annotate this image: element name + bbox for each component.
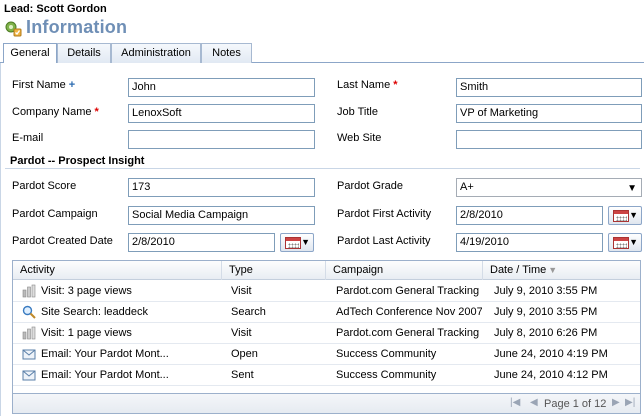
email-icon — [22, 349, 36, 360]
chevron-down-icon: ▼ — [629, 210, 638, 220]
activity-grid: Activity Type Campaign Date / Time ▼ Visi… — [12, 260, 641, 394]
search-icon — [22, 305, 36, 319]
email-label: E-mail — [12, 132, 44, 144]
tab-administration[interactable]: Administration — [111, 43, 201, 63]
column-header-activity[interactable]: Activity — [13, 261, 222, 280]
recommended-marker: + — [68, 79, 76, 91]
pardot-score-label: Pardot Score — [12, 180, 77, 192]
first-name-label: First Name + — [12, 79, 76, 91]
table-row[interactable]: Email: Your Pardot Mont... Open Success … — [13, 344, 640, 365]
pardot-grade-label: Pardot Grade — [337, 180, 404, 192]
sort-descending-icon: ▼ — [548, 265, 558, 275]
table-row[interactable]: Email: Your Pardot Mont... Sent Success … — [13, 365, 640, 386]
activity-cell: Visit: 1 page views — [41, 327, 132, 339]
calendar-icon — [613, 237, 629, 249]
chevron-down-icon: ▼ — [301, 237, 310, 247]
required-marker: * — [94, 106, 99, 118]
company-name-label: Company Name * — [12, 106, 99, 118]
previous-page-icon[interactable]: ◀ — [530, 397, 538, 408]
pardot-created-date-label: Pardot Created Date — [12, 235, 113, 247]
website-field[interactable] — [456, 130, 642, 149]
campaign-cell: Success Community — [336, 348, 437, 360]
type-cell: Visit — [231, 327, 252, 339]
pardot-last-activity-label: Pardot Last Activity — [337, 235, 431, 247]
column-header-datetime[interactable]: Date / Time ▼ — [483, 261, 640, 280]
datetime-cell: July 9, 2010 3:55 PM — [494, 306, 598, 318]
campaign-cell: Pardot.com General Tracking — [336, 327, 480, 339]
visit-icon — [22, 326, 36, 340]
job-title-field[interactable]: VP of Marketing — [456, 104, 642, 123]
website-label: Web Site — [337, 132, 382, 144]
column-header-campaign[interactable]: Campaign — [326, 261, 483, 280]
grid-pager: |◀ ◀ Page 1 of 12 ▶ ▶| — [12, 394, 641, 414]
first-page-icon[interactable]: |◀ — [510, 397, 520, 408]
type-cell: Sent — [231, 369, 254, 381]
activity-cell: Email: Your Pardot Mont... — [41, 369, 169, 381]
chevron-down-icon: ▼ — [629, 237, 638, 247]
page-title: Information — [26, 17, 128, 37]
calendar-icon — [285, 237, 301, 249]
datetime-cell: July 8, 2010 6:26 PM — [494, 327, 598, 339]
activity-cell: Email: Your Pardot Mont... — [41, 348, 169, 360]
datetime-cell: June 24, 2010 4:19 PM — [494, 348, 608, 360]
pardot-last-activity-field[interactable]: 4/19/2010 — [456, 233, 603, 252]
last-activity-calendar-button[interactable]: ▼ — [608, 233, 642, 252]
section-title: Pardot -- Prospect Insight — [10, 155, 145, 167]
type-cell: Search — [231, 306, 266, 318]
pardot-first-activity-field[interactable]: 2/8/2010 — [456, 206, 603, 225]
table-row[interactable]: Visit: 3 page views Visit Pardot.com Gen… — [13, 281, 640, 302]
table-row[interactable]: Site Search: leaddeck Search AdTech Conf… — [13, 302, 640, 323]
pardot-score-field[interactable]: 173 — [128, 178, 315, 197]
pardot-grade-value: A+ — [460, 181, 474, 193]
pardot-grade-select[interactable]: A+ ▼ — [456, 178, 642, 197]
calendar-icon — [613, 210, 629, 222]
activity-cell: Visit: 3 page views — [41, 285, 132, 297]
first-name-field[interactable]: John — [128, 78, 315, 97]
pardot-created-date-field[interactable]: 2/8/2010 — [128, 233, 275, 252]
last-name-field[interactable]: Smith — [456, 78, 642, 97]
section-divider — [5, 168, 640, 169]
company-name-field[interactable]: LenoxSoft — [128, 104, 315, 123]
required-marker: * — [393, 79, 398, 91]
activity-cell: Site Search: leaddeck — [41, 306, 149, 318]
chevron-down-icon: ▼ — [627, 183, 637, 194]
email-field[interactable] — [128, 130, 315, 149]
breadcrumb: Lead: Scott Gordon — [4, 3, 107, 15]
lead-icon — [5, 21, 22, 37]
last-page-icon[interactable]: ▶| — [625, 397, 635, 408]
job-title-label: Job Title — [337, 106, 378, 118]
pardot-first-activity-label: Pardot First Activity — [337, 208, 432, 220]
tab-general[interactable]: General — [3, 43, 57, 64]
page-indicator: Page 1 of 12 — [544, 398, 607, 410]
tab-bar: General Details Administration Notes — [0, 42, 644, 64]
campaign-cell: Pardot.com General Tracking — [336, 285, 480, 297]
campaign-cell: AdTech Conference Nov 2007 — [336, 306, 482, 318]
email-icon — [22, 370, 36, 381]
next-page-icon[interactable]: ▶ — [612, 397, 620, 408]
visit-icon — [22, 284, 36, 298]
type-cell: Visit — [231, 285, 252, 297]
campaign-cell: Success Community — [336, 369, 437, 381]
last-name-label: Last Name * — [337, 79, 398, 91]
created-date-calendar-button[interactable]: ▼ — [280, 233, 314, 252]
column-header-type[interactable]: Type — [222, 261, 326, 280]
tab-details[interactable]: Details — [57, 43, 111, 63]
datetime-cell: July 9, 2010 3:55 PM — [494, 285, 598, 297]
first-activity-calendar-button[interactable]: ▼ — [608, 206, 642, 225]
form-header: Lead: Scott Gordon Information — [0, 0, 644, 42]
pardot-campaign-field[interactable]: Social Media Campaign — [128, 206, 315, 225]
type-cell: Open — [231, 348, 258, 360]
grid-header: Activity Type Campaign Date / Time ▼ — [13, 261, 640, 280]
table-row[interactable]: Visit: 1 page views Visit Pardot.com Gen… — [13, 323, 640, 344]
pardot-campaign-label: Pardot Campaign — [12, 208, 98, 220]
datetime-cell: June 24, 2010 4:12 PM — [494, 369, 608, 381]
tab-notes[interactable]: Notes — [201, 43, 252, 63]
